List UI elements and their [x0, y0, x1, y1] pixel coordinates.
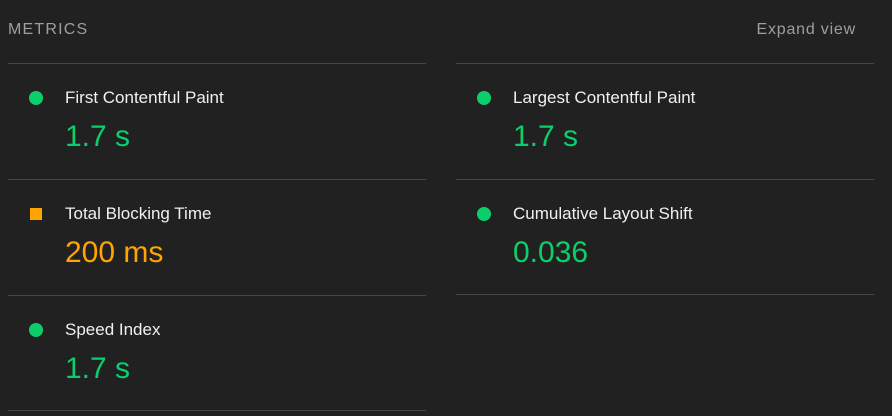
average-square-icon	[30, 208, 42, 220]
pass-circle-icon	[29, 91, 43, 105]
metric-label: Total Blocking Time	[65, 204, 212, 223]
metric-first-contentful-paint: First Contentful Paint 1.7 s	[8, 63, 426, 179]
metric-label: Largest Contentful Paint	[513, 88, 696, 107]
expand-view-button[interactable]: Expand view	[756, 20, 856, 40]
metric-value: 0.036	[513, 236, 589, 269]
metric-label: Speed Index	[65, 320, 161, 339]
metric-value: 200 ms	[65, 236, 164, 269]
metric-value: 1.7 s	[65, 352, 131, 385]
metric-label: Cumulative Layout Shift	[513, 204, 693, 223]
metric-speed-index: Speed Index 1.7 s	[8, 295, 426, 411]
pass-circle-icon	[29, 323, 43, 337]
pass-circle-icon	[477, 91, 491, 105]
pass-circle-icon	[477, 207, 491, 221]
metric-label: First Contentful Paint	[65, 88, 224, 107]
metrics-column-left: First Contentful Paint 1.7 s Total Block…	[8, 63, 426, 411]
metric-value: 1.7 s	[65, 120, 131, 153]
metric-cumulative-layout-shift: Cumulative Layout Shift 0.036	[456, 179, 874, 295]
section-title: METRICS	[8, 21, 89, 38]
metric-value: 1.7 s	[513, 120, 579, 153]
metric-largest-contentful-paint: Largest Contentful Paint 1.7 s	[456, 63, 874, 179]
metrics-column-right: Largest Contentful Paint 1.7 s Cumulativ…	[456, 63, 874, 295]
metric-total-blocking-time: Total Blocking Time 200 ms	[8, 179, 426, 295]
